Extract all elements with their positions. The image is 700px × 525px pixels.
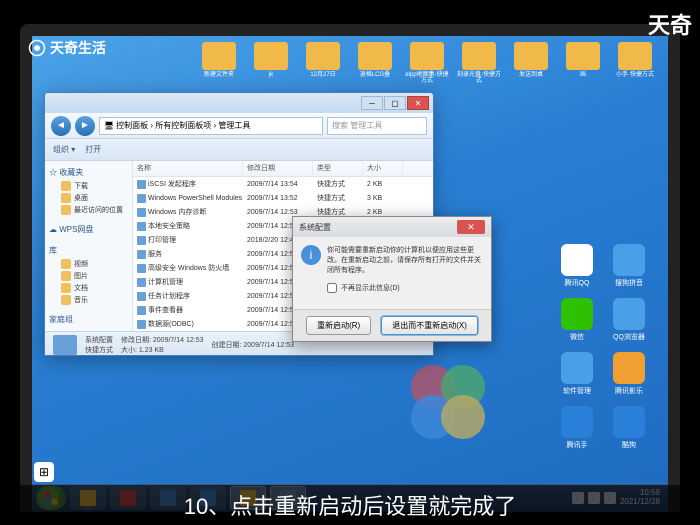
sidebar-item[interactable]: 桌面 bbox=[49, 192, 128, 204]
brand-logo-icon bbox=[28, 39, 46, 57]
desktop-icon[interactable]: elpp地图集-快捷方式 bbox=[404, 42, 450, 84]
desktop-icon[interactable]: 新建文件夹 bbox=[196, 42, 242, 84]
file-row[interactable]: iSCSI 发起程序2009/7/14 13:54快捷方式2 KB bbox=[133, 177, 433, 191]
column-headers[interactable]: 名称修改日期类型大小 bbox=[133, 161, 433, 177]
sidebar-section[interactable]: ☁ WPS网盘 bbox=[49, 222, 128, 237]
desktop-icons-column: 腾讯QQ搜狗拼音微信QQ浏览器软件管理腾讯影乐腾讯手酷狗 bbox=[556, 244, 650, 450]
desktop-screen: 新建文件夹jk12月27日退格LCG叠elpp地图集-快捷方式刻录光盘-快捷方式… bbox=[32, 36, 668, 512]
explorer-sidebar: ☆ 收藏夹下载桌面最近访问的位置☁ WPS网盘库视频图片文档音乐家庭组计算机OS… bbox=[45, 161, 133, 331]
tutorial-caption: 10、点击重新启动后设置就完成了 bbox=[0, 485, 700, 525]
window-titlebar[interactable]: ─ ▢ ✕ bbox=[45, 93, 433, 113]
open-button[interactable]: 打开 bbox=[85, 144, 101, 155]
info-icon: i bbox=[301, 245, 321, 265]
desktop-icon[interactable]: 腾讯影乐 bbox=[608, 352, 650, 396]
brand-top-right: 天奇 bbox=[648, 8, 692, 40]
desktop-icon[interactable]: 小手·快捷方式 bbox=[612, 42, 658, 84]
maximize-button[interactable]: ▢ bbox=[384, 96, 406, 110]
desktop-icon[interactable]: 酷狗 bbox=[608, 406, 650, 450]
desktop-icon[interactable]: jk bbox=[248, 42, 294, 84]
organize-menu[interactable]: 组织 ▾ bbox=[53, 144, 75, 155]
dialog-close-button[interactable]: ✕ bbox=[457, 220, 485, 234]
dont-show-checkbox[interactable]: 不再显示此信息(D) bbox=[301, 283, 483, 293]
desktop-icon[interactable]: 腾讯QQ bbox=[556, 244, 598, 288]
desktop-icon[interactable]: 微信 bbox=[556, 298, 598, 342]
desktop-icon[interactable]: QQ浏览器 bbox=[608, 298, 650, 342]
sidebar-section[interactable]: 家庭组 bbox=[49, 312, 128, 327]
sidebar-item[interactable]: 下载 bbox=[49, 180, 128, 192]
desktop-icon[interactable]: 搜狗拼音 bbox=[608, 244, 650, 288]
exit-no-restart-button[interactable]: 退出而不重新启动(X) bbox=[381, 316, 478, 335]
minimize-button[interactable]: ─ bbox=[361, 96, 383, 110]
desktop-icon[interactable]: 软件管理 bbox=[556, 352, 598, 396]
corner-app-icon[interactable]: ⊞ bbox=[34, 462, 54, 482]
sidebar-section[interactable]: 库 bbox=[49, 243, 128, 258]
explorer-toolbar: 组织 ▾ 打开 bbox=[45, 139, 433, 161]
dialog-message: 你可能需要重新启动你的计算机以便应用这些更改。在重新启动之前，请保存所有打开的文… bbox=[327, 245, 483, 275]
address-breadcrumb[interactable]: 🖥控制面板 › 所有控制面板项 › 管理工具 bbox=[99, 117, 323, 135]
sidebar-item[interactable]: 文档 bbox=[49, 282, 128, 294]
desktop-icon[interactable]: 发送到桌 bbox=[508, 42, 554, 84]
sidebar-item[interactable]: 最近访问的位置 bbox=[49, 204, 128, 216]
sidebar-item[interactable]: 音乐 bbox=[49, 294, 128, 306]
monitor-bezel: 新建文件夹jk12月27日退格LCG叠elpp地图集-快捷方式刻录光盘-快捷方式… bbox=[20, 24, 680, 512]
search-input[interactable]: 搜索 管理工具 bbox=[327, 117, 427, 135]
back-button[interactable]: ◄ bbox=[51, 116, 71, 136]
sidebar-section[interactable]: ☆ 收藏夹 bbox=[49, 165, 128, 180]
forward-button[interactable]: ► bbox=[75, 116, 95, 136]
restart-button[interactable]: 重新启动(R) bbox=[306, 316, 371, 335]
desktop-icon[interactable]: 腾讯手 bbox=[556, 406, 598, 450]
desktop-icons-row: 新建文件夹jk12月27日退格LCG叠elpp地图集-快捷方式刻录光盘-快捷方式… bbox=[196, 42, 658, 84]
desktop-icon[interactable]: 12月27日 bbox=[300, 42, 346, 84]
desktop-icon[interactable]: 刻录光盘-快捷方式 bbox=[456, 42, 502, 84]
navigation-bar: ◄ ► 🖥控制面板 › 所有控制面板项 › 管理工具 搜索 管理工具 bbox=[45, 113, 433, 139]
file-row[interactable]: Windows PowerShell Modules2009/7/14 13:5… bbox=[133, 191, 433, 205]
system-config-dialog: 系统配置 ✕ i 你可能需要重新启动你的计算机以便应用这些更改。在重新启动之前，… bbox=[292, 216, 492, 342]
sidebar-item[interactable]: 图片 bbox=[49, 270, 128, 282]
desktop-icon[interactable]: 退格LCG叠 bbox=[352, 42, 398, 84]
sidebar-item[interactable]: 视频 bbox=[49, 258, 128, 270]
status-icon bbox=[53, 335, 77, 355]
brand-top-left: 天奇生活 bbox=[28, 38, 106, 58]
desktop-icon[interactable]: 画 bbox=[560, 42, 606, 84]
dialog-titlebar[interactable]: 系统配置 ✕ bbox=[293, 217, 491, 237]
close-button[interactable]: ✕ bbox=[407, 96, 429, 110]
win7-logo-decoration bbox=[388, 352, 508, 452]
